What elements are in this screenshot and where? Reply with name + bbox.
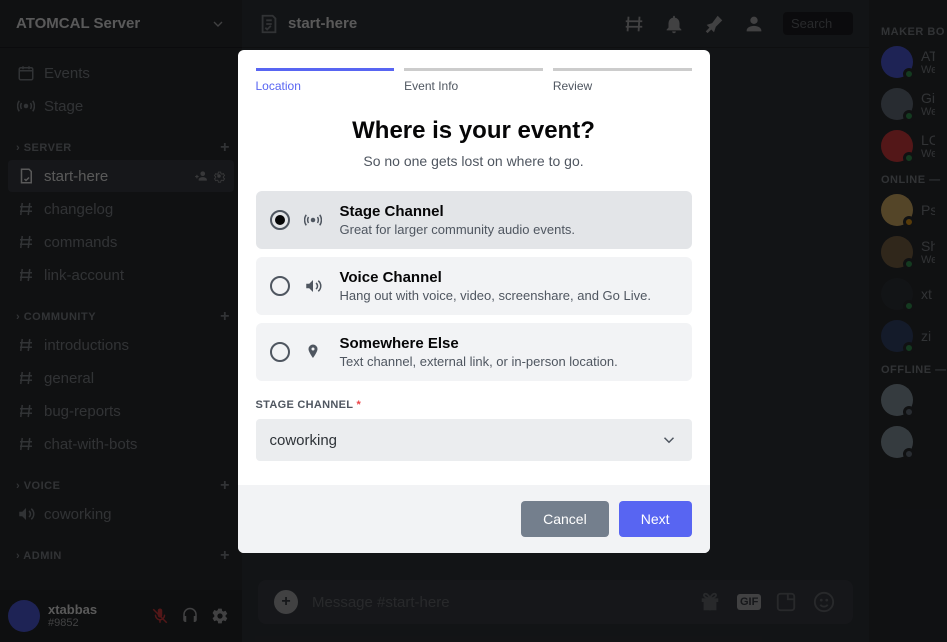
stage-channel-select[interactable]: coworking [256, 419, 692, 461]
modal-title: Where is your event? [256, 117, 692, 145]
stage-icon [304, 211, 326, 229]
select-value: coworking [270, 432, 338, 449]
option-voice[interactable]: Voice Channel Hang out with voice, video… [256, 257, 692, 315]
chevron-down-icon [660, 431, 678, 449]
modal-overlay[interactable]: Location Event Info Review Where is your… [0, 0, 947, 642]
step-location[interactable]: Location [256, 68, 395, 93]
radio-icon [270, 276, 290, 296]
option-else[interactable]: Somewhere Else Text channel, external li… [256, 323, 692, 381]
pin-icon [304, 343, 326, 361]
create-event-modal: Location Event Info Review Where is your… [238, 50, 710, 553]
option-stage[interactable]: Stage Channel Great for larger community… [256, 191, 692, 249]
select-label: STAGE CHANNEL * [256, 399, 692, 411]
step-event info[interactable]: Event Info [404, 68, 543, 93]
cancel-button[interactable]: Cancel [521, 501, 609, 537]
radio-icon [270, 342, 290, 362]
step-review[interactable]: Review [553, 68, 692, 93]
next-button[interactable]: Next [619, 501, 692, 537]
radio-icon [270, 210, 290, 230]
modal-subtitle: So no one gets lost on where to go. [256, 153, 692, 169]
speaker-icon [304, 277, 326, 295]
